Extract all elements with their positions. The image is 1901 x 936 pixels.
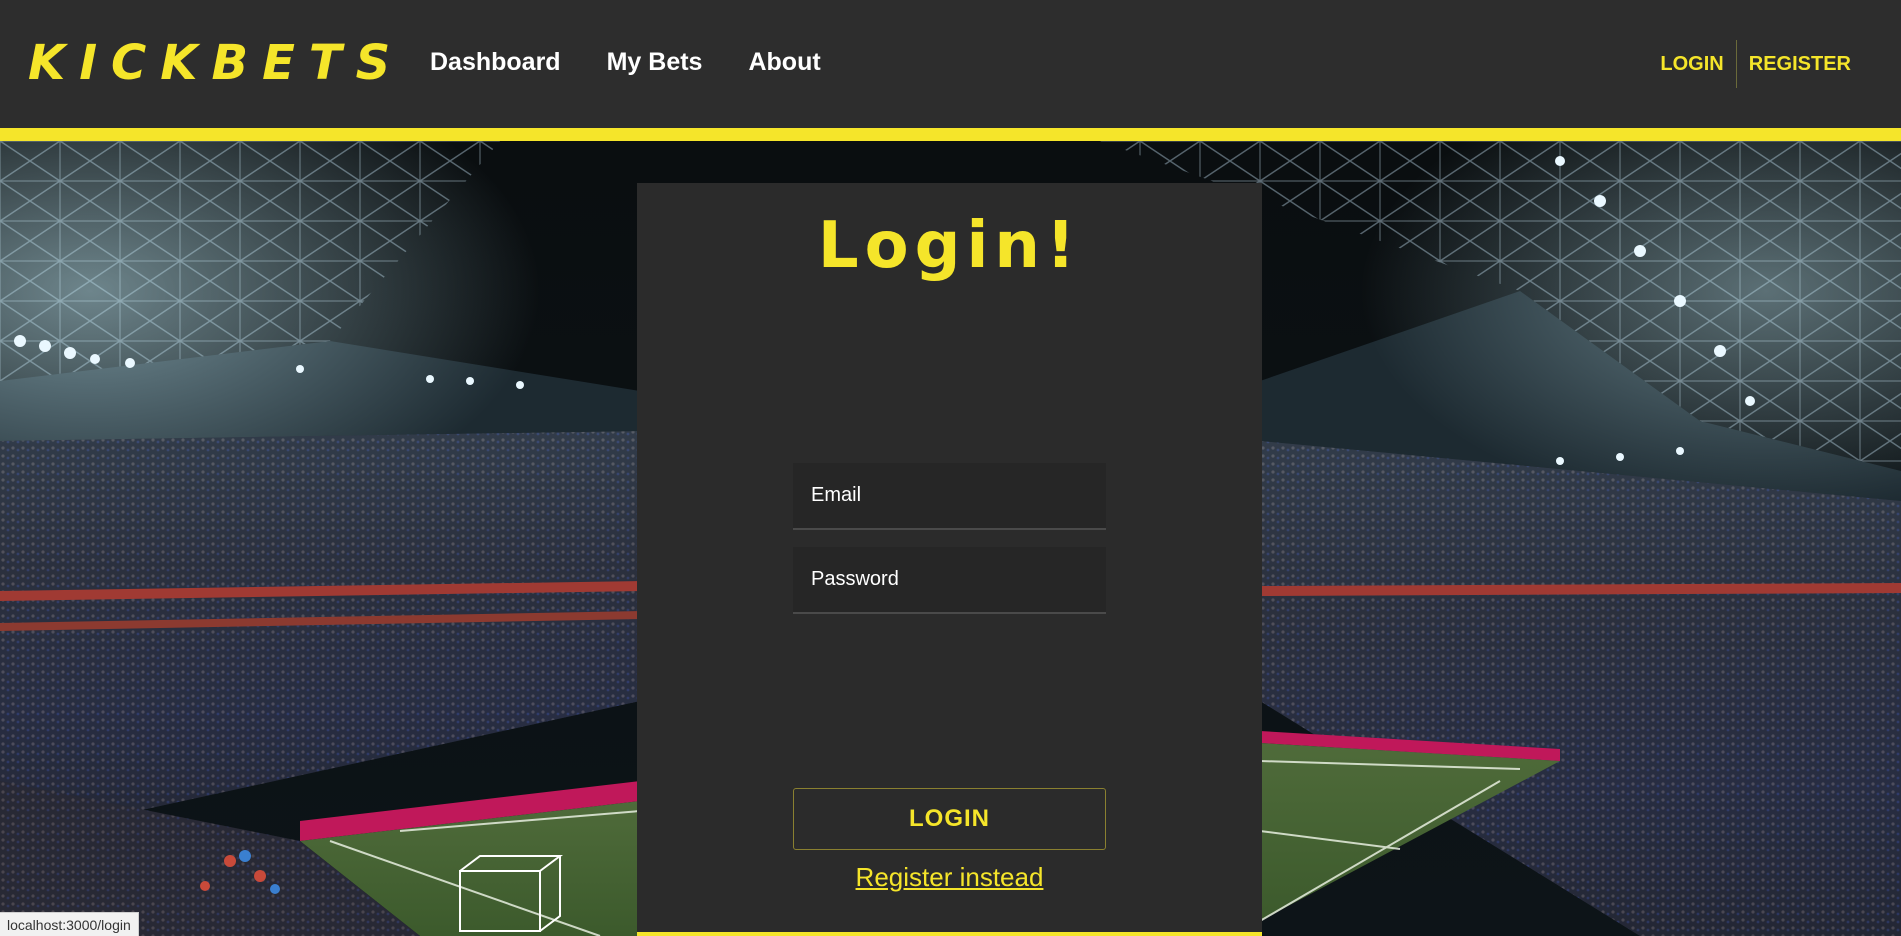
brand-logo[interactable]: KICKBETS [28,36,404,90]
password-input[interactable] [793,547,1106,612]
register-instead-link[interactable]: Register instead [637,861,1262,893]
login-submit-button[interactable]: LOGIN [793,788,1106,850]
top-navbar: KICKBETS Dashboard My Bets About LOGIN R… [0,0,1901,128]
card-accent-bottom [637,932,1262,936]
login-card: Login! LOGIN Register instead [637,183,1262,936]
nav-about[interactable]: About [748,46,820,78]
auth-links: LOGIN REGISTER [1648,40,1863,88]
login-title: Login! [817,209,1082,283]
email-field[interactable] [793,463,1106,530]
header-accent-bar [0,128,1901,141]
nav-dashboard[interactable]: Dashboard [430,46,561,78]
main-nav: Dashboard My Bets About [430,46,821,78]
password-field[interactable] [793,547,1106,614]
header-register-link[interactable]: REGISTER [1737,52,1863,76]
header-login-link[interactable]: LOGIN [1648,52,1735,76]
nav-my-bets[interactable]: My Bets [607,46,703,78]
status-bar-url: localhost:3000/login [0,912,139,936]
email-input[interactable] [793,463,1106,528]
